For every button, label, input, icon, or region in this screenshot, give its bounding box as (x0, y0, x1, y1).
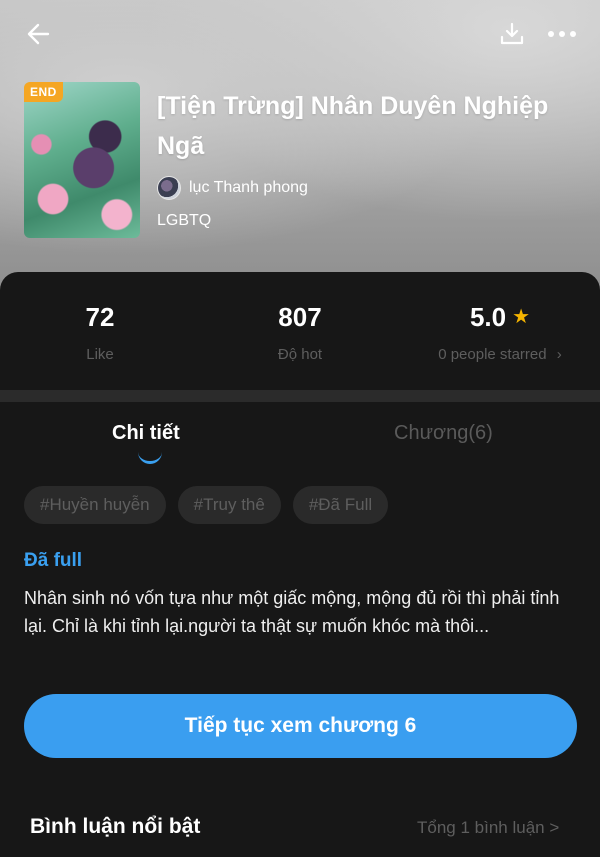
back-button[interactable] (18, 14, 60, 54)
like-count: 72 (85, 302, 115, 332)
hot-count: 807 (278, 302, 322, 332)
featured-comments-title: Bình luận nổi bật (30, 815, 201, 838)
rating-value-row: 5.0 ★ (420, 300, 580, 334)
rating-label: 0 people starred (438, 346, 547, 363)
top-bar (0, 0, 600, 66)
like-stat: 72 Like (50, 300, 150, 363)
rating-label-row: 0 people starred › (420, 346, 580, 363)
completion-status: Đã full (24, 550, 83, 571)
tag-chip[interactable]: #Huyền huyễn (24, 486, 166, 524)
hot-stat: 807 Độ hot (250, 300, 350, 363)
end-badge: END (24, 82, 63, 102)
continue-reading-button[interactable]: Tiếp tục xem chương 6 (24, 694, 577, 758)
hot-label: Độ hot (277, 346, 323, 363)
genre-label[interactable]: LGBTQ (157, 212, 211, 230)
tag-chip[interactable]: #Truy thê (177, 486, 281, 524)
author-link[interactable]: lục Thanh phong (157, 175, 308, 201)
book-cover[interactable]: END (24, 82, 140, 238)
download-button[interactable] (492, 14, 532, 54)
author-name: lục Thanh phong (189, 179, 308, 196)
synopsis[interactable]: Nhân sinh nó vốn tựa như một giấc mộng, … (24, 584, 580, 640)
download-icon (500, 22, 524, 45)
stats-row: 72 Like 807 Độ hot 5.0 ★ 0 people starre… (0, 272, 600, 390)
rating-value: 5.0 (469, 302, 507, 332)
tab-bar: Chi tiết Chương(6) (0, 416, 600, 468)
chevron-right-icon: › (556, 346, 562, 363)
tag-list: #Huyền huyễn #Truy thê #Đã Full (24, 486, 389, 524)
more-button[interactable] (540, 14, 584, 54)
rating-stat[interactable]: 5.0 ★ 0 people starred › (420, 300, 580, 363)
like-label: Like (86, 346, 114, 363)
tag-chip[interactable]: #Đã Full (292, 486, 389, 524)
content-panel: 72 Like 807 Độ hot 5.0 ★ 0 people starre… (0, 272, 600, 857)
author-avatar (157, 176, 181, 200)
tab-chapters[interactable]: Chương(6) (394, 422, 493, 445)
tab-detail[interactable]: Chi tiết (112, 422, 180, 445)
active-tab-indicator (138, 452, 162, 464)
section-divider (0, 390, 600, 402)
book-title: [Tiện Trừng] Nhân Duyên Nghiệp Ngã (157, 92, 549, 160)
arrow-left-icon (27, 23, 50, 45)
star-icon: ★ (512, 306, 531, 328)
more-horizontal-icon (548, 31, 576, 37)
comments-total-link[interactable]: Tổng 1 bình luận > (417, 818, 559, 838)
